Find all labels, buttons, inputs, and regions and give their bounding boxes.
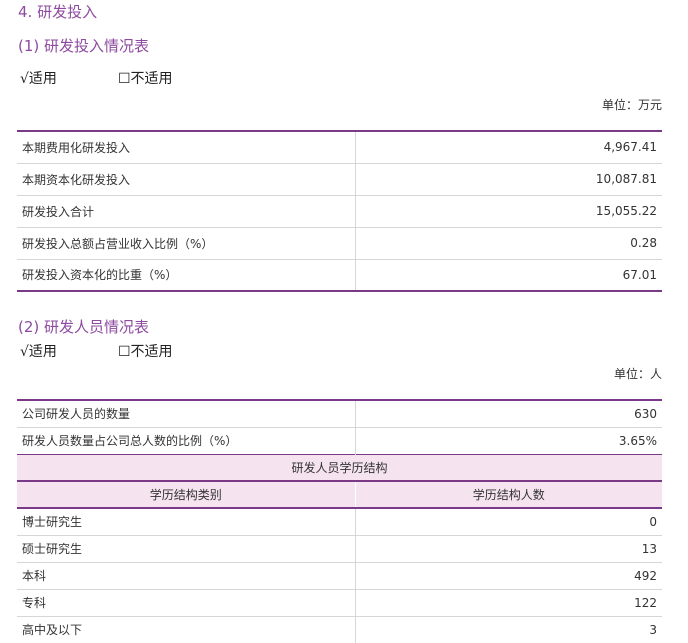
row-value: 15,055.22 [355,194,662,227]
rd-staff-applicable-option: √适用 [20,344,57,360]
section-title: 4. 研发投入 [18,3,98,21]
rd-input-table: 本期费用化研发投入 4,967.41 本期资本化研发投入 10,087.81 研… [17,130,662,292]
rd-input-applicable-option: √适用 [20,71,57,87]
row-label: 本科 [17,561,356,589]
row-label: 本期资本化研发投入 [17,162,356,195]
table-row: 博士研究生 0 [17,507,662,535]
row-value: 10,087.81 [355,162,662,195]
table-row: 研发投入资本化的比重（%） 67.01 [17,258,662,291]
rd-input-table-title: (1) 研发投入情况表 [18,37,150,55]
row-value: 13 [355,534,662,562]
row-label: 博士研究生 [17,507,356,535]
row-value: 630 [634,406,657,421]
rd-staff-table-title: (2) 研发人员情况表 [18,318,150,336]
table-row: 公司研发人员的数量 630 [17,400,662,427]
table-row: 本期费用化研发投入 4,967.41 [17,131,662,163]
table-row: 研发投入合计 15,055.22 [17,194,662,227]
column-header-count: 学历结构人数 [355,480,662,509]
row-label: 研发投入总额占营业收入比例（%） [17,226,356,259]
row-label: 硕士研究生 [17,534,356,562]
rd-staff-table: 公司研发人员的数量 630 研发人员数量占公司总人数的比例（%） 3.65% 研… [17,399,662,643]
row-label: 研发投入资本化的比重（%） [17,258,356,291]
row-value: 67.01 [355,258,662,291]
rd-input-not-applicable-option: ☐不适用 [118,71,173,87]
row-value: 4,967.41 [603,140,657,155]
table-row: 研发投入总额占营业收入比例（%） 0.28 [17,226,662,259]
table-row: 本期资本化研发投入 10,087.81 [17,162,662,195]
row-label: 本期费用化研发投入 [17,131,356,163]
row-value: 122 [355,588,662,616]
row-label: 专科 [17,588,356,616]
row-label: 高中及以下 [17,615,356,643]
row-value: 3.65% [355,426,662,454]
row-value: 492 [355,561,662,589]
education-column-headers: 学历结构类别 学历结构人数 [17,480,662,509]
rd-staff-unit: 单位：人 [613,367,662,381]
row-value: 0.28 [355,226,662,259]
rd-staff-not-applicable-option: ☐不适用 [118,344,173,360]
row-label: 研发投入合计 [17,194,356,227]
rd-input-unit: 单位：万元 [601,98,662,112]
table-row: 本科 492 [17,561,662,589]
table-row: 高中及以下 3 [17,615,662,643]
row-value: 3 [355,615,662,643]
row-label: 研发人员数量占公司总人数的比例（%） [17,426,356,454]
row-value: 0 [355,507,662,535]
column-header-category: 学历结构类别 [17,480,356,509]
education-structure-title: 研发人员学历结构 [17,453,662,481]
table-row: 硕士研究生 13 [17,534,662,562]
table-row: 研发人员数量占公司总人数的比例（%） 3.65% [17,426,662,454]
row-label: 公司研发人员的数量 [17,400,356,427]
table-row: 专科 122 [17,588,662,616]
education-structure-header: 研发人员学历结构 [17,453,662,481]
